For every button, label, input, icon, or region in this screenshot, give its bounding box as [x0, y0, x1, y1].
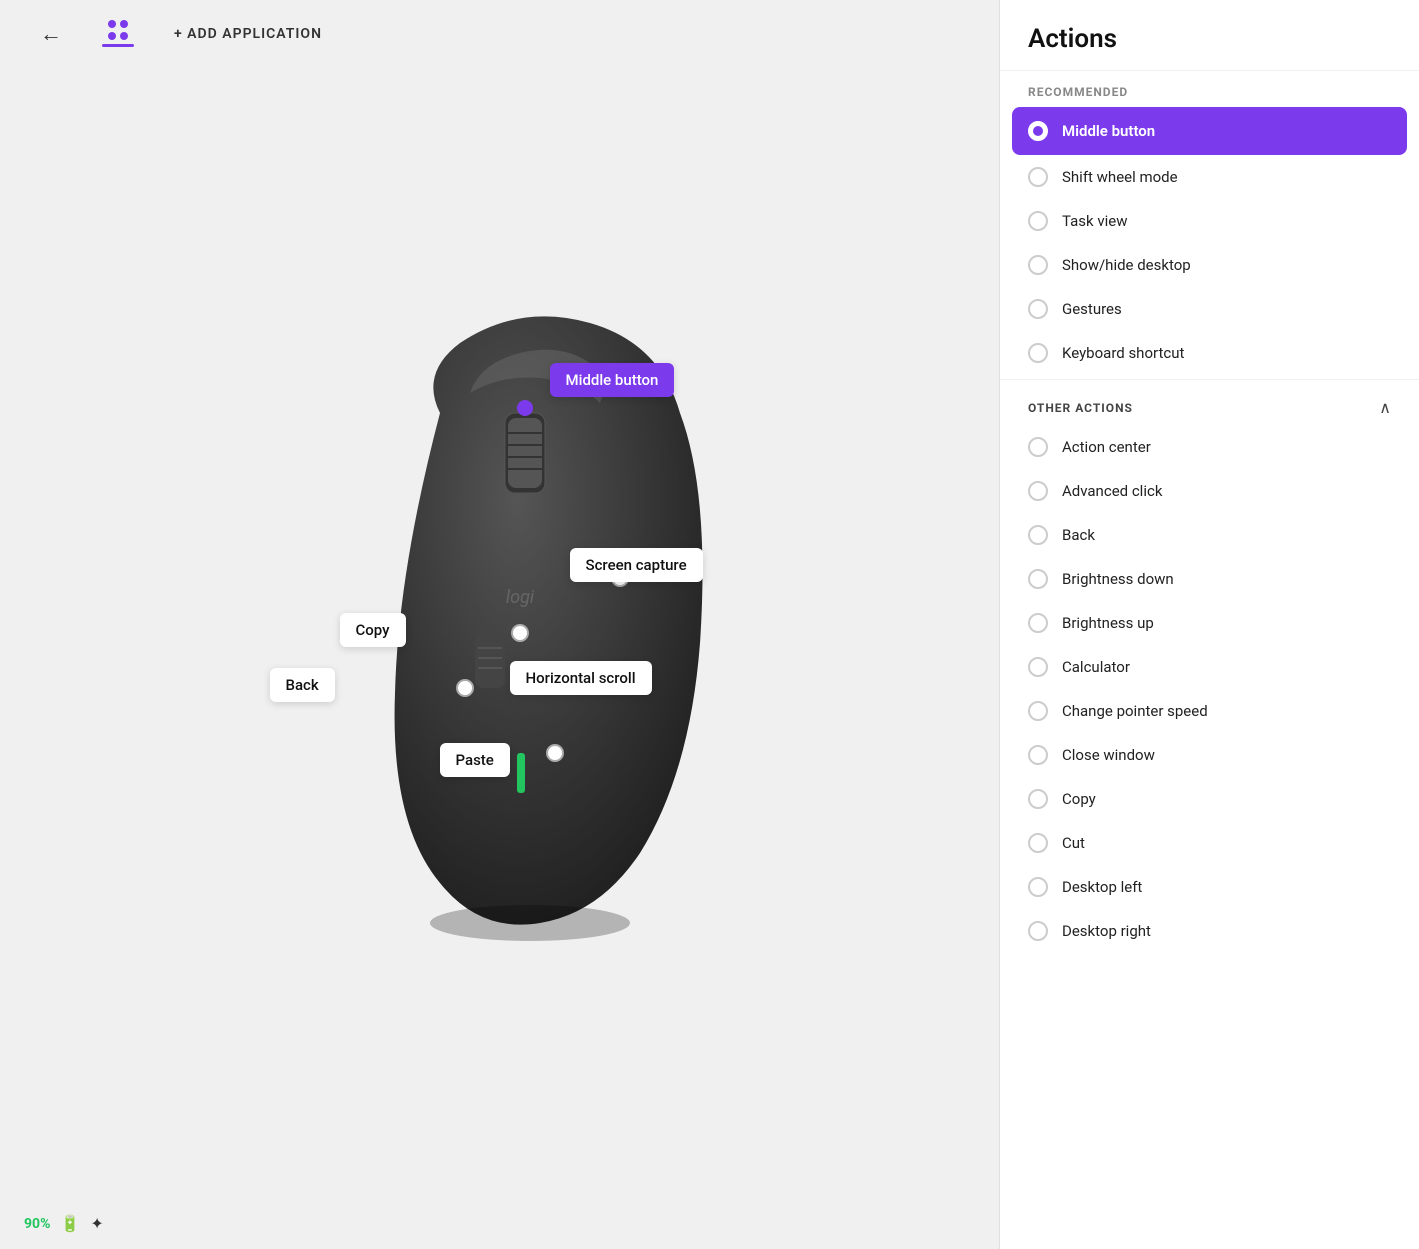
action-item-task-view[interactable]: Task view [1000, 199, 1419, 243]
action-item-brightness-up[interactable]: Brightness up [1000, 601, 1419, 645]
action-item-gestures[interactable]: Gestures [1000, 287, 1419, 331]
divider [1000, 379, 1419, 380]
action-item-desktop-left[interactable]: Desktop left [1000, 865, 1419, 909]
radio-shift-wheel [1028, 167, 1048, 187]
add-application-button[interactable]: + ADD APPLICATION [174, 26, 322, 42]
middle-button-dot[interactable] [517, 400, 533, 416]
radio-middle-button [1028, 121, 1048, 141]
middle-button-label: Middle button [550, 363, 675, 397]
back-dot[interactable] [457, 680, 473, 696]
side-scroll [475, 633, 505, 688]
radio-cut [1028, 833, 1048, 853]
action-item-shift-wheel[interactable]: Shift wheel mode [1000, 155, 1419, 199]
right-panel: Actions RECOMMENDED Middle button Shift w… [999, 0, 1419, 1249]
action-item-middle-button[interactable]: Middle button [1012, 107, 1407, 155]
other-actions-list: Action center Advanced click Back Brightnes… [1000, 425, 1419, 953]
nav-underline [102, 44, 134, 47]
nav-dots [108, 20, 128, 40]
back-label: Back [270, 668, 335, 702]
radio-gestures [1028, 299, 1048, 319]
action-item-copy[interactable]: Copy [1000, 777, 1419, 821]
action-label-action-center: Action center [1062, 438, 1151, 456]
action-item-calculator[interactable]: Calculator [1000, 645, 1419, 689]
radio-task-view [1028, 211, 1048, 231]
radio-show-hide-desktop [1028, 255, 1048, 275]
battery-indicator [517, 753, 525, 793]
action-label-brightness-up: Brightness up [1062, 614, 1154, 632]
action-item-advanced-click[interactable]: Advanced click [1000, 469, 1419, 513]
paste-label: Paste [440, 743, 510, 777]
battery-percentage: 90% [24, 1216, 50, 1232]
radio-back [1028, 525, 1048, 545]
radio-copy [1028, 789, 1048, 809]
action-item-keyboard-shortcut[interactable]: Keyboard shortcut [1000, 331, 1419, 375]
chevron-up-icon[interactable]: ∧ [1379, 398, 1391, 417]
status-bar: 90% 🔋 ✦ [0, 1198, 999, 1249]
action-label-close-window: Close window [1062, 746, 1155, 764]
horizontal-scroll-label: Horizontal scroll [510, 661, 652, 695]
battery-icon: 🔋 [60, 1214, 80, 1233]
mouse-area: logi Middle button Screen capture [0, 67, 999, 1198]
action-label-advanced-click: Advanced click [1062, 482, 1162, 500]
radio-brightness-up [1028, 613, 1048, 633]
left-panel: ← + ADD APPLICATION [0, 0, 999, 1249]
radio-change-pointer-speed [1028, 701, 1048, 721]
action-label-change-pointer-speed: Change pointer speed [1062, 702, 1208, 720]
action-item-show-hide-desktop[interactable]: Show/hide desktop [1000, 243, 1419, 287]
radio-desktop-right [1028, 921, 1048, 941]
action-item-close-window[interactable]: Close window [1000, 733, 1419, 777]
radio-close-window [1028, 745, 1048, 765]
scroll-wheel [508, 418, 542, 488]
nav-apps-icon[interactable] [102, 20, 134, 47]
action-label-shift-wheel: Shift wheel mode [1062, 168, 1178, 186]
action-item-cut[interactable]: Cut [1000, 821, 1419, 865]
action-label-task-view: Task view [1062, 212, 1128, 230]
action-label-middle-button: Middle button [1062, 122, 1155, 140]
dot1 [108, 20, 116, 28]
radio-desktop-left [1028, 877, 1048, 897]
action-label-copy: Copy [1062, 790, 1096, 808]
radio-brightness-down [1028, 569, 1048, 589]
action-label-gestures: Gestures [1062, 300, 1122, 318]
bluetooth-icon: ✦ [90, 1214, 103, 1233]
back-button[interactable]: ← [40, 21, 62, 47]
action-label-desktop-right: Desktop right [1062, 922, 1151, 940]
copy-dot[interactable] [512, 625, 528, 641]
action-item-back[interactable]: Back [1000, 513, 1419, 557]
radio-calculator [1028, 657, 1048, 677]
other-actions-header: OTHER ACTIONS ∧ [1000, 384, 1419, 425]
actions-title: Actions [1000, 0, 1419, 71]
paste-dot[interactable] [547, 745, 563, 761]
other-actions-title: OTHER ACTIONS [1028, 401, 1133, 415]
recommended-list: Middle button Shift wheel mode Task view Sh… [1000, 107, 1419, 375]
action-item-desktop-right[interactable]: Desktop right [1000, 909, 1419, 953]
radio-action-center [1028, 437, 1048, 457]
action-label-cut: Cut [1062, 834, 1085, 852]
action-item-action-center[interactable]: Action center [1000, 425, 1419, 469]
mouse-body [394, 316, 702, 924]
action-item-change-pointer-speed[interactable]: Change pointer speed [1000, 689, 1419, 733]
mouse-shadow [430, 905, 630, 941]
action-label-brightness-down: Brightness down [1062, 570, 1174, 588]
dot3 [108, 32, 116, 40]
copy-label: Copy [340, 613, 406, 647]
dot4 [120, 32, 128, 40]
action-label-keyboard-shortcut: Keyboard shortcut [1062, 344, 1184, 362]
radio-keyboard-shortcut [1028, 343, 1048, 363]
mouse-container: logi Middle button Screen capture [320, 293, 740, 973]
action-label-show-hide-desktop: Show/hide desktop [1062, 256, 1191, 274]
action-label-calculator: Calculator [1062, 658, 1130, 676]
top-bar: ← + ADD APPLICATION [0, 0, 999, 67]
dot2 [120, 20, 128, 28]
recommended-section-label: RECOMMENDED [1000, 71, 1419, 107]
screen-capture-label: Screen capture [570, 548, 703, 582]
action-label-desktop-left: Desktop left [1062, 878, 1142, 896]
radio-advanced-click [1028, 481, 1048, 501]
action-label-back: Back [1062, 526, 1095, 544]
logi-text: logi [505, 587, 534, 608]
action-item-brightness-down[interactable]: Brightness down [1000, 557, 1419, 601]
